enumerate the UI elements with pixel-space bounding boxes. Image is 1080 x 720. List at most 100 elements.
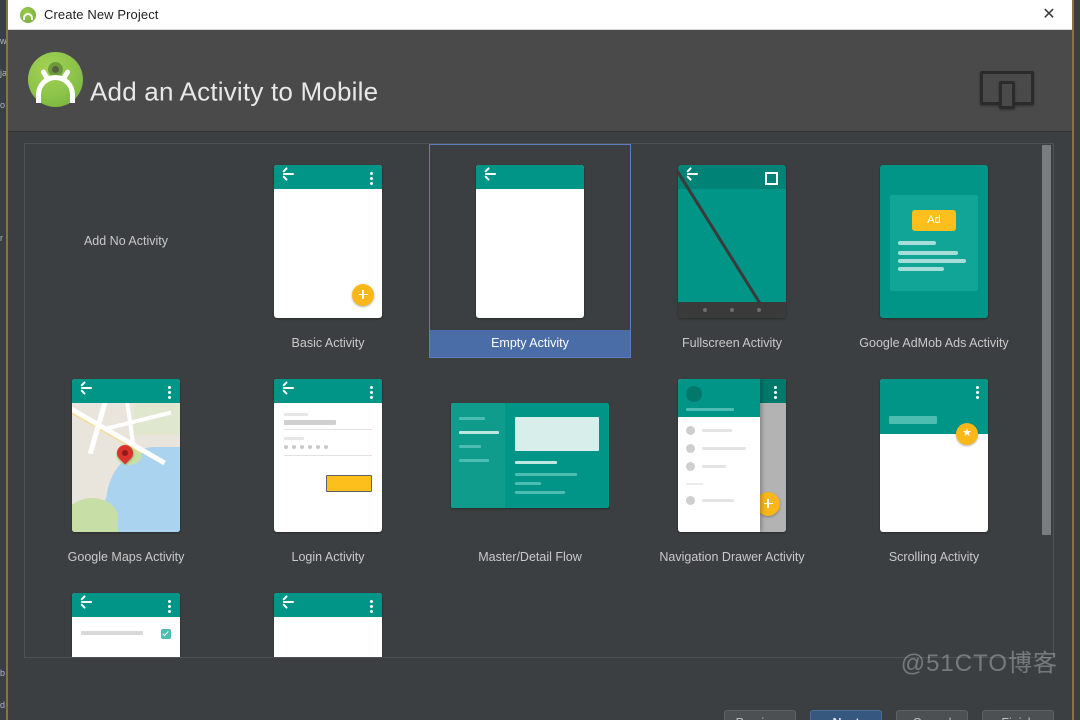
detail-body-line xyxy=(515,490,565,494)
back-arrow-icon xyxy=(283,386,294,389)
activity-template-gallery[interactable]: Add No Activity Basic Activity Empty Act… xyxy=(24,143,1054,658)
template-scrolling-activity[interactable]: ★ Scrolling Activity xyxy=(833,358,1035,572)
app-bar xyxy=(274,592,382,617)
overflow-menu-icon xyxy=(168,385,171,389)
detail-title-line xyxy=(515,460,557,464)
text-line xyxy=(898,240,936,245)
thumbnail xyxy=(631,152,833,330)
settings-activity-preview xyxy=(72,592,180,657)
template-login-activity[interactable]: Login Activity xyxy=(227,358,429,572)
create-new-project-dialog: Create New Project ✕ Add an Activity to … xyxy=(6,0,1074,720)
detail-hero-image xyxy=(515,416,599,451)
gallery-scrollbar[interactable] xyxy=(1041,145,1052,657)
template-label: Login Activity xyxy=(291,550,365,564)
app-bar xyxy=(476,164,584,189)
system-nav-bar xyxy=(678,301,786,318)
previous-button[interactable]: Previous xyxy=(724,710,796,720)
empty-activity-preview xyxy=(476,164,584,318)
thumbnail xyxy=(227,366,429,544)
preference-line xyxy=(81,630,143,635)
list-item-line xyxy=(459,416,485,420)
next-button[interactable]: Next xyxy=(810,710,882,720)
overflow-menu-icon xyxy=(168,599,171,603)
overflow-menu-icon xyxy=(976,385,979,389)
basic-activity-preview xyxy=(274,164,382,318)
fab-add-icon xyxy=(352,283,374,306)
thumbnail xyxy=(631,366,833,544)
avatar xyxy=(686,385,702,402)
list-item-line-selected xyxy=(459,430,499,434)
email-field-value xyxy=(284,419,336,425)
template-label: Master/Detail Flow xyxy=(478,550,582,564)
template-google-maps-activity[interactable]: Google Maps Activity xyxy=(25,358,227,572)
password-field-dots xyxy=(284,444,328,449)
template-row: Google Maps Activity Login Activity Mast… xyxy=(25,358,1037,572)
overflow-menu-icon xyxy=(370,599,373,603)
close-icon[interactable]: ✕ xyxy=(1026,0,1072,29)
drawer-header-line xyxy=(686,407,734,411)
template-admob-activity[interactable]: Ad Google AdMob Ads Activity xyxy=(833,144,1035,358)
admob-activity-preview: Ad xyxy=(880,164,988,318)
drawer-header xyxy=(678,378,760,417)
app-bar xyxy=(274,378,382,403)
template-fullscreen-activity[interactable]: Fullscreen Activity xyxy=(631,144,833,358)
scrollbar-thumb[interactable] xyxy=(1042,145,1051,535)
template-label: Navigation Drawer Activity xyxy=(659,550,805,564)
finish-button[interactable]: Finish xyxy=(982,710,1054,720)
template-basic-activity[interactable]: Basic Activity xyxy=(227,144,429,358)
overflow-menu-icon xyxy=(370,171,373,175)
app-bar xyxy=(72,378,180,403)
android-studio-icon xyxy=(20,6,36,23)
detail-body-line xyxy=(515,481,541,485)
dialog-title: Create New Project xyxy=(44,7,159,22)
android-studio-logo xyxy=(28,52,83,107)
template-settings-activity[interactable] xyxy=(25,572,227,657)
back-arrow-icon xyxy=(81,600,92,603)
back-arrow-icon xyxy=(485,172,496,175)
master-detail-preview xyxy=(451,402,609,508)
dialog-button-row: Previous Next Cancel Finish xyxy=(724,710,1054,720)
template-navigation-drawer-activity[interactable]: Navigation Drawer Activity xyxy=(631,358,833,572)
ad-card: Ad xyxy=(890,194,978,291)
template-label: Add No Activity xyxy=(83,234,169,248)
list-item-line xyxy=(459,458,489,462)
template-add-no-activity[interactable]: Add No Activity xyxy=(25,144,227,358)
drawer-item-icon xyxy=(686,443,695,453)
drawer-item-icon xyxy=(686,495,695,505)
thumbnail xyxy=(25,580,227,657)
navigation-drawer-preview xyxy=(678,378,786,532)
detail-body-line xyxy=(515,472,577,476)
email-field-hint xyxy=(284,412,308,416)
app-bar xyxy=(274,164,382,189)
google-maps-activity-preview xyxy=(72,378,180,532)
map-canvas xyxy=(72,402,180,532)
thumbnail: ★ xyxy=(833,366,1035,544)
collapsing-title xyxy=(889,415,937,424)
fab-star-icon: ★ xyxy=(956,422,978,445)
template-label: Basic Activity xyxy=(291,336,365,350)
sign-in-button-preview xyxy=(326,474,372,492)
phone-outline-icon xyxy=(999,81,1015,109)
dialog-titlebar: Create New Project ✕ xyxy=(8,0,1072,30)
app-bar xyxy=(760,378,786,403)
password-field-underline xyxy=(284,454,372,456)
back-arrow-icon xyxy=(283,172,294,175)
thumbnail xyxy=(227,152,429,330)
overflow-menu-icon xyxy=(774,385,777,389)
ad-badge: Ad xyxy=(912,209,956,231)
template-master-detail-flow[interactable]: Master/Detail Flow xyxy=(429,358,631,572)
template-label: Empty Activity xyxy=(429,330,631,358)
template-tabbed-activity[interactable] xyxy=(227,572,429,657)
fullscreen-activity-preview xyxy=(678,164,786,318)
thumbnail xyxy=(227,580,429,657)
text-line xyxy=(898,266,944,271)
thumbnail xyxy=(25,366,227,544)
tabbed-activity-preview xyxy=(274,592,382,657)
navigation-drawer xyxy=(678,378,760,532)
template-empty-activity[interactable]: Empty Activity xyxy=(429,144,631,358)
template-label: Fullscreen Activity xyxy=(681,336,783,350)
dialog-header: Add an Activity to Mobile xyxy=(8,30,1072,132)
list-item-line xyxy=(459,444,481,448)
password-field-hint xyxy=(284,436,304,440)
cancel-button[interactable]: Cancel xyxy=(896,710,968,720)
